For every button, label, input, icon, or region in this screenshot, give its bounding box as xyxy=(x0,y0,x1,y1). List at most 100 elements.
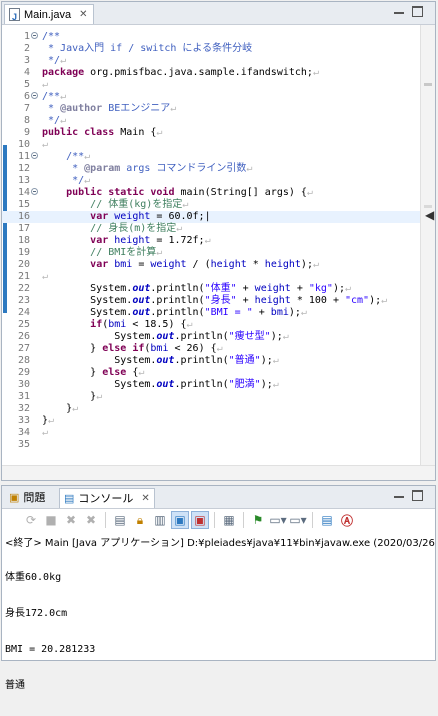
editor-horizontal-scrollbar[interactable] xyxy=(2,465,435,480)
line-number: 18 xyxy=(17,235,30,246)
minimize-icon[interactable] xyxy=(394,12,404,14)
code-text: var bmi = weight / (height * height);↵ xyxy=(90,259,319,270)
code-line[interactable]: 23 System.out.println("身長" + height * 10… xyxy=(2,295,421,307)
code-line[interactable]: 27 } else if(bmi < 26) {↵ xyxy=(2,343,421,355)
code-line[interactable]: 31 }↵ xyxy=(2,391,421,403)
remove-all-icon[interactable]: ✖ xyxy=(82,511,100,529)
fold-toggle-icon[interactable] xyxy=(31,188,38,195)
maximize-icon[interactable] xyxy=(412,490,423,501)
code-line[interactable]: 19 // BMIを計算↵ xyxy=(2,247,421,259)
code-line[interactable]: 13 */↵ xyxy=(2,175,421,187)
code-line[interactable]: 14 public static void main(String[] args… xyxy=(2,187,421,199)
code-line[interactable]: 12 * @param args コマンドライン引数↵ xyxy=(2,163,421,175)
code-line[interactable]: 15 // 体重(kg)を指定↵ xyxy=(2,199,421,211)
line-number: 8 xyxy=(23,115,30,126)
code-text: // BMIを計算↵ xyxy=(90,247,163,258)
minimize-icon[interactable] xyxy=(394,496,404,498)
code-line[interactable]: 8 */↵ xyxy=(2,115,421,127)
code-line[interactable]: 29 } else {↵ xyxy=(2,367,421,379)
code-line[interactable]: 3 */↵ xyxy=(2,55,421,67)
line-number: 6 xyxy=(23,91,30,102)
code-line[interactable]: 2 * Java入門 if / switch による条件分岐 xyxy=(2,43,421,55)
code-text: public class Main {↵ xyxy=(42,127,163,138)
code-line[interactable]: 20 var bmi = weight / (height * height);… xyxy=(2,259,421,271)
line-number: 25 xyxy=(17,319,30,330)
refresh-icon[interactable]: ⟳ xyxy=(22,511,40,529)
close-icon[interactable]: ✕ xyxy=(141,489,149,509)
code-text: }↵ xyxy=(42,391,103,402)
code-line[interactable]: 9 public class Main {↵ xyxy=(2,127,421,139)
code-text: System.out.println("痩せ型");↵ xyxy=(42,331,289,342)
code-line[interactable]: 26 System.out.println("痩せ型");↵ xyxy=(2,331,421,343)
code-line[interactable]: 30 System.out.println("肥満");↵ xyxy=(2,379,421,391)
show-on-stderr-icon[interactable]: ▣ xyxy=(191,511,209,529)
console-output[interactable]: 体重60.0kg 身長172.0cm BMI = 20.281233 普通 xyxy=(5,548,95,716)
remove-launch-icon[interactable]: ✖ xyxy=(62,511,80,529)
code-text: * @param args コマンドライン引数↵ xyxy=(42,163,253,174)
line-number: 33 xyxy=(17,415,30,426)
tab-problems[interactable]: ▣ 問題 xyxy=(5,488,49,508)
code-line[interactable]: 28 System.out.println("普通");↵ xyxy=(2,355,421,367)
accessibility-icon[interactable]: Ⓐ xyxy=(338,511,356,529)
code-line[interactable]: 1 /** xyxy=(2,31,421,43)
display-selected-console-icon[interactable]: ▭▾ xyxy=(269,511,287,529)
line-number: 35 xyxy=(17,439,30,450)
code-line[interactable]: 24 System.out.println("BMI = " + bmi);↵ xyxy=(2,307,421,319)
maximize-icon[interactable] xyxy=(412,6,423,17)
editor-vertical-scrollbar[interactable] xyxy=(420,25,435,466)
line-number: 17 xyxy=(17,223,30,234)
code-line[interactable]: 10 ↵ xyxy=(2,139,421,151)
code-line[interactable]: 25 if(bmi < 18.5) {↵ xyxy=(2,319,421,331)
code-text: ↵ xyxy=(42,79,49,90)
toolbar-separator xyxy=(312,512,313,528)
code-text: /**↵ xyxy=(66,151,91,162)
code-editor[interactable]: 1/** 2 * Java入門 if / switch による条件分岐 3 */↵ 4… xyxy=(2,25,421,466)
line-number: 2 xyxy=(23,43,30,54)
code-line[interactable]: 22 System.out.println("体重" + weight + "k… xyxy=(2,283,421,295)
pin-console-icon[interactable]: ▦ xyxy=(220,511,238,529)
java-file-icon xyxy=(9,7,20,27)
code-line[interactable]: 11 /**↵ xyxy=(2,151,421,163)
code-text: System.out.println("肥満");↵ xyxy=(42,379,279,390)
code-line[interactable]: 18 var height = 1.72f;↵ xyxy=(2,235,421,247)
code-line[interactable]: 34 ↵ xyxy=(2,427,421,439)
code-text: // 身長(m)を指定↵ xyxy=(90,223,183,234)
tab-console-label: コンソール xyxy=(78,492,134,505)
fold-toggle-icon[interactable] xyxy=(31,92,38,99)
code-line[interactable]: 32 }↵ xyxy=(2,403,421,415)
code-line[interactable]: 21 ↵ xyxy=(2,271,421,283)
code-line[interactable]: 33}↵ xyxy=(2,415,421,427)
show-on-stdout-icon[interactable]: ▣ xyxy=(171,511,189,529)
scroll-lock-icon[interactable]: 🔒︎ xyxy=(131,511,149,529)
close-icon[interactable]: ✕ xyxy=(79,5,87,25)
code-line[interactable]: 35 xyxy=(2,439,421,451)
tab-console[interactable]: ▤ コンソール ✕ xyxy=(59,488,155,508)
open-console-icon[interactable]: ▭▾ xyxy=(289,511,307,529)
code-text: package org.pmisfbac.java.sample.ifandsw… xyxy=(42,67,319,78)
line-number: 23 xyxy=(17,295,30,306)
fold-toggle-icon[interactable] xyxy=(31,32,38,39)
code-line[interactable]: 4 package org.pmisfbac.java.sample.ifands… xyxy=(2,67,421,79)
editor-tab-main-java[interactable]: Main.java ✕ xyxy=(4,4,95,27)
word-wrap-icon[interactable]: ▥ xyxy=(151,511,169,529)
code-line[interactable]: 17 // 身長(m)を指定↵ xyxy=(2,223,421,235)
fold-toggle-icon[interactable] xyxy=(31,152,38,159)
toolbar-separator xyxy=(243,512,244,528)
code-line[interactable]: 7 * @author BEエンジニア↵ xyxy=(2,103,421,115)
clear-console-icon[interactable]: ▤ xyxy=(111,511,129,529)
line-number: 28 xyxy=(17,355,30,366)
code-text: public static void main(String[] args) {… xyxy=(66,187,313,198)
code-line[interactable]: 5 ↵ xyxy=(2,79,421,91)
console-icon: ▤ xyxy=(64,492,75,505)
editor-tab-label: Main.java xyxy=(24,8,72,21)
line-number: 16 xyxy=(17,211,30,222)
line-number: 13 xyxy=(17,175,30,186)
terminate-icon[interactable]: ■ xyxy=(42,511,60,529)
line-number: 27 xyxy=(17,343,30,354)
problems-icon: ▣ xyxy=(9,492,20,504)
code-line[interactable]: 6 /**↵ xyxy=(2,91,421,103)
line-number: 14 xyxy=(17,187,30,198)
view-menu-icon[interactable]: ▤ xyxy=(318,511,336,529)
display-console-icon[interactable]: ⚑ xyxy=(249,511,267,529)
code-line[interactable]: 16 var weight = 60.0f;| xyxy=(2,211,421,223)
